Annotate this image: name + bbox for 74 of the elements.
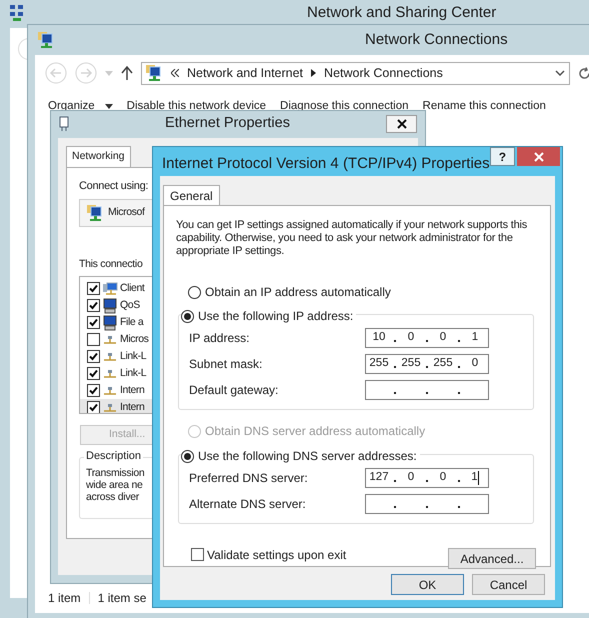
field-label: Preferred DNS server: xyxy=(189,470,309,487)
window-title: Internet Protocol Version 4 (TCP/IPv4) Properties xyxy=(162,154,490,174)
window-title: Network and Sharing Center xyxy=(307,2,496,23)
network-adapter-icon xyxy=(59,116,69,132)
window-title: Ethernet Properties xyxy=(164,114,291,133)
checkbox-label: Validate settings upon exit xyxy=(207,546,346,564)
ip-address-field[interactable]: 255 255 255 0 xyxy=(365,354,489,374)
window-title: Network Connections xyxy=(365,30,508,50)
address-bar[interactable]: Network and Internet Network Connections xyxy=(141,62,570,84)
up-arrow-icon[interactable] xyxy=(121,66,133,80)
breadcrumb-link[interactable]: Network Connections xyxy=(324,64,443,82)
radio-button[interactable] xyxy=(181,450,194,462)
computer-icon xyxy=(102,298,118,314)
client-icon xyxy=(102,282,118,296)
network-icon xyxy=(102,334,118,345)
close-icon xyxy=(396,118,406,128)
ip-address-field[interactable]: 10 0 0 1 xyxy=(365,328,489,348)
ip-address-field[interactable] xyxy=(365,494,489,514)
chevrons-icon xyxy=(171,69,179,77)
field-label: Alternate DNS server: xyxy=(189,496,307,513)
checkbox[interactable] xyxy=(87,299,100,312)
refresh-icon[interactable] xyxy=(578,66,589,80)
breadcrumb-link[interactable]: Network and Internet xyxy=(187,64,304,82)
list-item[interactable]: Intern xyxy=(80,382,153,400)
help-button[interactable]: ? xyxy=(490,147,516,166)
field-label: This connectio xyxy=(79,256,143,272)
radio-label: Use the following IP address: xyxy=(198,308,354,325)
tab[interactable]: Networking xyxy=(66,146,131,167)
field-label: Default gateway: xyxy=(189,382,280,399)
network-icon xyxy=(102,386,118,396)
close-button[interactable] xyxy=(386,114,417,132)
field-label: Connect using: xyxy=(79,179,148,194)
radio-label: Obtain an IP address automatically xyxy=(205,284,391,301)
radio-label: Use the following DNS server addresses: xyxy=(198,448,417,465)
checkbox[interactable] xyxy=(87,282,100,296)
checkbox[interactable] xyxy=(87,367,100,380)
advanced-button[interactable]: Advanced... xyxy=(448,548,536,569)
toolbar-button[interactable]: Rename this connection xyxy=(422,98,546,116)
close-icon xyxy=(534,152,544,162)
checkbox[interactable] xyxy=(87,316,100,330)
dropdown-icon[interactable] xyxy=(555,70,565,76)
network-icon xyxy=(37,31,55,49)
dialog-button[interactable]: Cancel xyxy=(472,574,545,595)
dialog-button[interactable]: OK xyxy=(391,574,464,595)
radio-label: Obtain DNS server address automatically xyxy=(205,423,426,440)
checkbox[interactable] xyxy=(87,384,100,398)
network-icon xyxy=(102,402,118,413)
status-text: 1 item xyxy=(48,590,81,607)
tab[interactable]: General xyxy=(163,185,220,205)
chevron-icon xyxy=(311,69,316,77)
description-text: across diver xyxy=(86,491,140,504)
network-adapter-icon xyxy=(86,204,104,222)
field-label: Subnet mask: xyxy=(189,356,264,373)
ip-address-field[interactable] xyxy=(365,380,489,400)
intro-text: You can get IP settings assigned automatically if your network supports this capability. Otherwise, you need to ask your network administrator for the appropriate IP settings. xyxy=(176,219,528,258)
list-item[interactable]: Intern xyxy=(80,399,153,414)
checkbox[interactable] xyxy=(87,333,100,346)
checkbox[interactable] xyxy=(191,548,204,561)
status-text: 1 item se xyxy=(98,590,146,607)
radio-button[interactable] xyxy=(188,286,201,298)
description-text: Transmission xyxy=(86,467,144,480)
adapter-box: Microsof xyxy=(79,198,153,226)
checkbox[interactable] xyxy=(87,401,100,414)
checkbox[interactable] xyxy=(87,350,100,364)
network-icon xyxy=(145,64,163,82)
network-icon xyxy=(102,368,118,379)
network-icon xyxy=(9,4,25,22)
ip-address-field[interactable]: 127 0 0 1 xyxy=(365,468,489,488)
radio-button[interactable] xyxy=(181,310,194,322)
computer-icon xyxy=(102,314,118,331)
group-title: Description xyxy=(84,450,144,462)
description-text: wide area ne xyxy=(86,479,143,492)
network-icon xyxy=(102,352,118,362)
field-label: IP address: xyxy=(189,330,250,347)
